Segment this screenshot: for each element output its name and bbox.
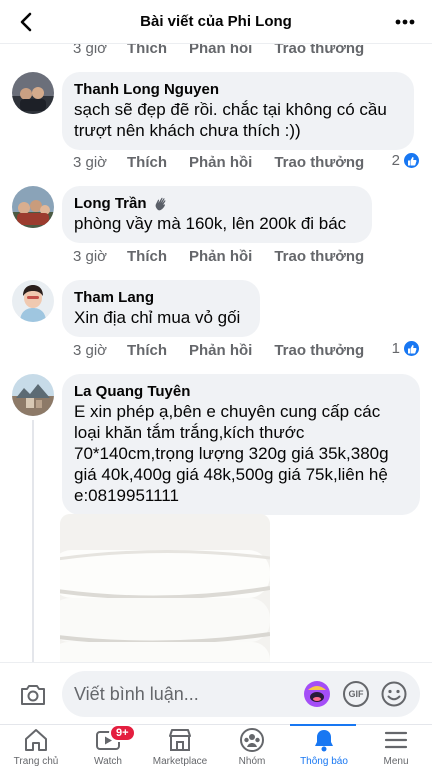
reaction-count[interactable]: 1 <box>392 340 420 357</box>
reply-button[interactable]: Phản hồi <box>189 342 252 359</box>
bell-icon <box>310 727 338 753</box>
reward-button[interactable]: Trao thưởng <box>274 154 364 171</box>
groups-icon <box>238 727 266 753</box>
reaction-count[interactable]: 2 <box>392 152 420 169</box>
avatar[interactable] <box>12 374 54 416</box>
reply-button[interactable]: Phản hồi <box>189 248 252 265</box>
comment-text: phòng vầy mà 160k, lên 200k đi bác <box>74 214 347 233</box>
comment-text: E xin phép ạ,bên e chuyên cung cấp các l… <box>74 402 389 505</box>
comment-bubble[interactable]: Thanh Long Nguyen sạch sẽ đẹp đẽ rồi. ch… <box>62 72 414 150</box>
comment-meta-row: 3 giờ Thích Phản hồi Trao thưởng <box>73 340 386 360</box>
reply-thread-line <box>32 420 34 662</box>
sticker-icon[interactable] <box>303 680 331 708</box>
back-arrow-icon[interactable] <box>12 8 40 36</box>
comment-meta-row: 3 giờ Thích Phản hồi Trao thưởng <box>73 246 386 266</box>
comment-author[interactable]: Long Trần <box>74 194 360 213</box>
comment-input-placeholder: Viết bình luận... <box>74 684 199 704</box>
emoji-icon[interactable] <box>380 680 408 708</box>
marketplace-icon <box>166 727 194 753</box>
like-reaction-icon <box>403 152 420 169</box>
notification-badge: 9+ <box>109 724 136 742</box>
comment-author[interactable]: La Quang Tuyên <box>74 382 408 401</box>
like-button[interactable]: Thích <box>127 248 167 265</box>
watch-icon: 9+ <box>94 724 136 753</box>
comment-time: 3 giờ <box>73 153 108 171</box>
tab-menu[interactable]: Menu <box>366 725 426 768</box>
home-icon <box>22 727 50 753</box>
more-options-icon[interactable] <box>390 8 420 36</box>
comment-feed[interactable]: 3 giờ Thích Phản hồi Trao thưởng Thanh L… <box>0 0 432 662</box>
reaction-count-text: 1 <box>391 340 400 357</box>
comment-text: sạch sẽ đẹp đẽ rồi. chắc tại không có cầ… <box>74 100 387 140</box>
wave-badge-icon <box>153 196 169 212</box>
reaction-count-text: 2 <box>391 152 400 169</box>
camera-icon[interactable] <box>18 680 48 710</box>
reward-button[interactable]: Trao thưởng <box>274 248 364 265</box>
comment-bubble[interactable]: La Quang Tuyên E xin phép ạ,bên e chuyên… <box>62 374 420 515</box>
tab-notifications[interactable]: Thông báo <box>292 725 356 768</box>
comment-bubble[interactable]: Tham Lang Xin địa chỉ mua vỏ gối <box>62 280 260 337</box>
comment-author[interactable]: Thanh Long Nguyen <box>74 80 402 99</box>
avatar[interactable] <box>12 186 54 228</box>
tab-marketplace[interactable]: Marketplace <box>148 725 212 768</box>
page-title: Bài viết của Phi Long <box>140 13 292 30</box>
reward-button[interactable]: Trao thưởng <box>274 342 364 359</box>
avatar[interactable] <box>12 72 54 114</box>
like-button[interactable]: Thích <box>127 154 167 171</box>
like-reaction-icon <box>403 340 420 357</box>
comment-bubble[interactable]: Long Trần phòng vầy mà 160k, lên 200k đi… <box>62 186 372 243</box>
comment-time: 3 giờ <box>73 341 108 359</box>
bottom-tab-bar: Trang chủ 9+ Watch Marketplace Nhóm Thôn… <box>0 724 432 768</box>
avatar[interactable] <box>12 280 54 322</box>
comment-time: 3 giờ <box>73 247 108 265</box>
tab-watch[interactable]: 9+ Watch <box>78 724 138 768</box>
tab-label: Marketplace <box>152 756 208 767</box>
comment-photo[interactable] <box>60 514 270 662</box>
tab-home[interactable]: Trang chủ <box>6 725 66 768</box>
comment-text: Xin địa chỉ mua vỏ gối <box>74 308 241 327</box>
menu-icon <box>382 727 410 753</box>
tab-label: Nhóm <box>238 756 266 767</box>
comment-composer: Viết bình luận... GIF <box>0 662 432 724</box>
tab-label: Trang chủ <box>13 756 59 767</box>
comment-input[interactable]: Viết bình luận... GIF <box>62 671 420 717</box>
top-bar: Bài viết của Phi Long <box>0 0 432 44</box>
reply-button[interactable]: Phản hồi <box>189 154 252 171</box>
comment-author-name: Long Trần <box>74 195 147 212</box>
comment-meta-row: 3 giờ Thích Phản hồi Trao thưởng <box>73 152 386 172</box>
tab-label: Thông báo <box>300 756 348 767</box>
tab-label: Menu <box>383 756 409 767</box>
tab-label: Watch <box>94 756 122 767</box>
gif-icon[interactable]: GIF <box>343 681 369 707</box>
comment-author[interactable]: Tham Lang <box>74 288 248 307</box>
like-button[interactable]: Thích <box>127 342 167 359</box>
tab-groups[interactable]: Nhóm <box>222 725 282 768</box>
